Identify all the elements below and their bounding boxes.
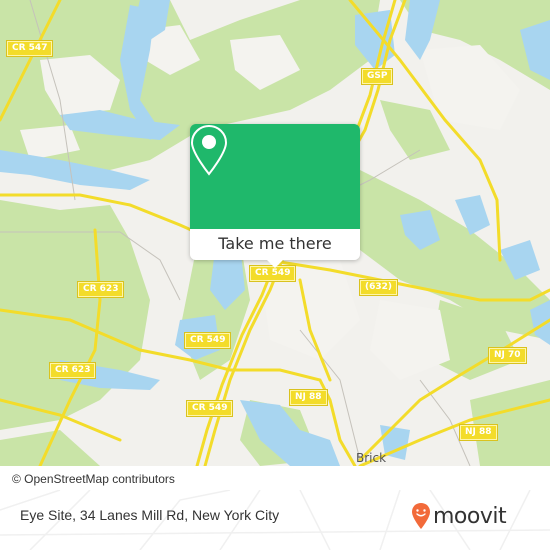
road-label-nj70: NJ 70 bbox=[488, 347, 527, 364]
moovit-logo[interactable]: moovit bbox=[411, 501, 507, 531]
road-label-cr549-top: CR 549 bbox=[248, 265, 297, 282]
road-label-nj88-a: NJ 88 bbox=[289, 389, 328, 406]
moovit-wordmark: moovit bbox=[433, 503, 507, 529]
map-view[interactable]: CR 547 GSP CR 549 (632) CR 623 CR 549 CR… bbox=[0, 0, 550, 466]
map-attribution[interactable]: © OpenStreetMap contributors bbox=[0, 469, 187, 490]
road-label-gsp: GSP bbox=[360, 68, 394, 85]
popup-header bbox=[190, 124, 360, 229]
road-label-cr632: (632) bbox=[358, 279, 399, 296]
road-label-cr623-a: CR 623 bbox=[76, 281, 125, 298]
footer-bar: Eye Site, 34 Lanes Mill Rd, New York Cit… bbox=[0, 490, 550, 550]
popup-pointer bbox=[267, 260, 283, 268]
address-text: Eye Site, 34 Lanes Mill Rd, New York Cit… bbox=[20, 507, 280, 523]
road-label-cr549-low: CR 549 bbox=[185, 400, 234, 417]
take-me-there-button[interactable]: Take me there bbox=[190, 229, 360, 260]
moovit-pin-icon bbox=[412, 503, 430, 529]
road-label-cr547: CR 547 bbox=[5, 40, 54, 57]
map-pin-icon bbox=[190, 124, 228, 176]
road-label-nj88-b: NJ 88 bbox=[459, 424, 498, 441]
road-label-cr549-mid: CR 549 bbox=[183, 332, 232, 349]
road-label-cr623-b: CR 623 bbox=[48, 362, 97, 379]
place-label-brick: Brick bbox=[356, 451, 387, 465]
destination-popup: Take me there bbox=[190, 124, 360, 268]
